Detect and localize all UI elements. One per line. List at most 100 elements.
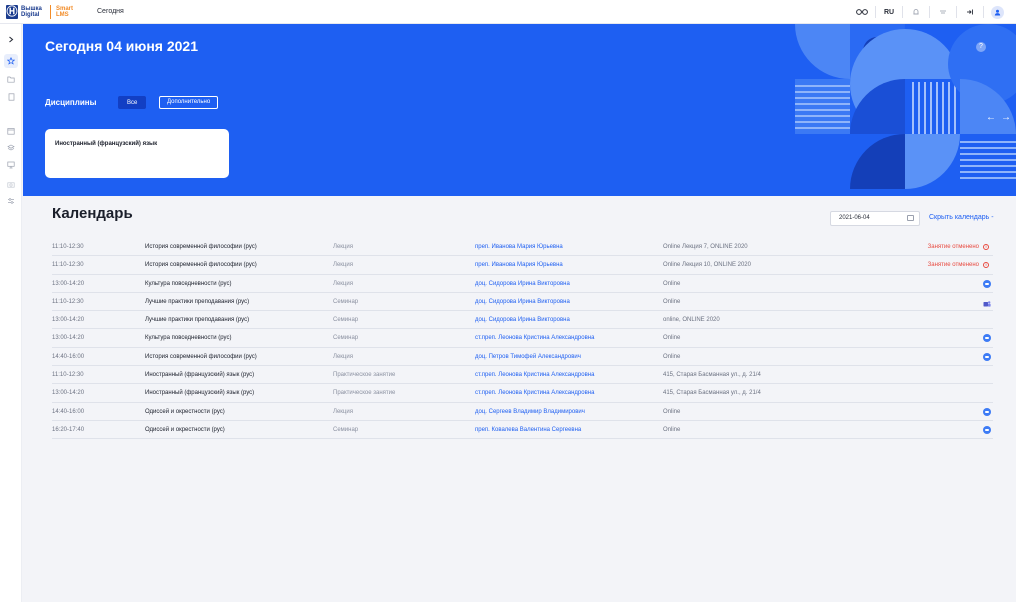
lesson-place: Online Лекция 7, ONLINE 2020 <box>663 244 748 250</box>
logo-divider <box>50 4 51 19</box>
zoom-link-icon[interactable] <box>983 352 991 361</box>
lesson-subject: История современной философии (рус) <box>145 353 257 360</box>
filter-icon[interactable] <box>930 0 956 24</box>
glasses-icon[interactable] <box>849 0 875 24</box>
lesson-teacher-link[interactable]: преп. Иванова Мария Юрьевна <box>475 256 563 274</box>
lesson-place: Online <box>663 426 681 433</box>
user-menu[interactable] <box>984 0 1010 24</box>
language-switch[interactable]: RU <box>876 0 902 24</box>
hide-calendar-link[interactable]: Скрыть календарь - <box>929 214 994 221</box>
schedule-list: 11:10-12:30 История современной философии… <box>52 238 993 440</box>
logo-text-primary: Вышка Digital <box>21 5 42 18</box>
sidebar-item-favorites-star-icon[interactable] <box>4 54 18 68</box>
user-avatar-icon <box>990 5 1004 19</box>
lesson-status: Занятие отменено! <box>928 238 989 256</box>
zoom-link-icon[interactable] <box>983 334 991 343</box>
lesson-teacher-link[interactable]: ст.преп. Леонова Кристина Александровна <box>475 384 594 402</box>
lesson-subject: Лучшие практики преподавания (рус) <box>145 298 250 305</box>
lesson-type: Лекция <box>333 244 353 250</box>
zoom-link-icon[interactable] <box>983 279 991 288</box>
sidebar-item-document-icon[interactable] <box>4 90 18 104</box>
filter-all-chip[interactable]: Все <box>118 96 147 109</box>
lesson-teacher-link[interactable]: доц. Сидорова Ирина Викторовна <box>475 275 570 293</box>
bell-icon[interactable] <box>903 0 929 24</box>
expand-sidebar-chevron-right-icon[interactable] <box>4 32 18 46</box>
lesson-time: 11:10-12:30 <box>52 262 84 269</box>
lesson-place: 415, Старая Басманная ул., д. 21/4 <box>663 390 761 397</box>
zoom-link-icon[interactable] <box>983 425 991 434</box>
warning-icon: ! <box>983 262 989 269</box>
lesson-teacher-link[interactable]: доц. Петров Тимофей Александрович <box>475 348 581 366</box>
today-banner: Сегодня 04 июня 2021 Дисциплины Все Допо… <box>23 24 1016 196</box>
lesson-subject: Одиссей и окрестности (рус) <box>145 426 225 433</box>
logo[interactable]: Ⓗ Вышка Digital Smart LMS <box>6 4 76 19</box>
carousel-arrows: ← → <box>986 112 1011 123</box>
schedule-row[interactable]: 14:40-16:00 Одиссей и окрестности (рус) Ле… <box>52 403 993 421</box>
lesson-teacher-link[interactable]: доц. Сидорова Ирина Викторовна <box>475 293 570 311</box>
lesson-place: Online Лекция 10, ONLINE 2020 <box>663 262 751 269</box>
lesson-type: Лекция <box>333 280 353 287</box>
logout-icon[interactable] <box>957 0 983 24</box>
lesson-teacher-link[interactable]: преп. Ковалева Валентина Сергеевна <box>475 421 581 439</box>
sidebar <box>0 24 22 602</box>
top-right-toolbar: RU <box>849 0 1010 24</box>
sidebar-item-folder-icon[interactable] <box>4 72 18 86</box>
schedule-row[interactable]: 13:00-14:20 Лучшие практики преподавания … <box>52 311 993 330</box>
schedule-row[interactable]: 13:00-14:20 Иностранный (французский) язы… <box>52 384 993 403</box>
schedule-row[interactable]: 14:40-16:00 История современной философии… <box>52 348 993 367</box>
arrow-left-icon[interactable]: ← <box>986 112 996 123</box>
lesson-place: Online <box>663 298 681 305</box>
lesson-subject: Иностранный (французский) язык (рус) <box>145 372 255 379</box>
filter-additional-chip[interactable]: Дополнительно <box>159 96 219 109</box>
cancelled-label: Занятие отменено <box>927 262 979 269</box>
lesson-time: 14:40-16:00 <box>52 353 85 360</box>
lesson-time: 11:10-12:30 <box>52 244 84 250</box>
schedule-row[interactable]: 13:00-14:20 Культура повседневности (рус)… <box>52 275 993 293</box>
arrow-right-icon[interactable]: → <box>1001 112 1011 123</box>
lesson-teacher-link[interactable]: ст.преп. Леонова Кристина Александровна <box>475 366 594 384</box>
top-bar: Ⓗ Вышка Digital Smart LMS Сегодня RU <box>0 0 1016 24</box>
lesson-subject: Одиссей и окрестности (рус) <box>145 408 225 415</box>
warning-icon: ! <box>983 244 989 250</box>
teams-link-icon[interactable] <box>983 298 991 307</box>
sidebar-item-layers-icon[interactable] <box>4 141 18 155</box>
lesson-type: Практическое занятие <box>333 390 396 397</box>
lesson-place: online, ONLINE 2020 <box>663 317 720 324</box>
schedule-row[interactable]: 16:20-17:40 Одиссей и окрестности (рус) Се… <box>52 421 993 440</box>
schedule-row[interactable]: 11:10-12:30 История современной философии… <box>52 256 993 275</box>
sidebar-item-sliders-icon[interactable] <box>4 194 18 208</box>
lesson-subject: Культура повседневности (рус) <box>145 280 232 287</box>
help-icon[interactable]: ? <box>976 42 986 52</box>
discipline-card[interactable]: Иностранный (французский) язык <box>45 129 229 178</box>
lesson-time: 13:00-14:20 <box>52 280 85 287</box>
date-value: 2021-06-04 <box>839 215 870 221</box>
lesson-teacher-link[interactable]: доц. Сидорова Ирина Викторовна <box>475 311 570 329</box>
lesson-place: Online <box>663 408 681 415</box>
nav-today-link[interactable]: Сегодня <box>97 8 124 15</box>
sidebar-item-camera-icon[interactable] <box>4 177 18 191</box>
lesson-time: 11:10-12:30 <box>52 298 84 305</box>
sidebar-item-calendar-icon[interactable] <box>4 124 18 138</box>
lesson-subject: История современной философии (рус) <box>145 244 257 250</box>
lesson-teacher-link[interactable]: преп. Иванова Мария Юрьевна <box>475 238 563 256</box>
sidebar-item-monitor-icon[interactable] <box>4 158 18 172</box>
discipline-card-title: Иностранный (французский) язык <box>55 141 158 147</box>
lesson-time: 14:40-16:00 <box>52 408 85 415</box>
schedule-row[interactable]: 11:10-12:30 Иностранный (французский) язы… <box>52 366 993 385</box>
lesson-teacher-link[interactable]: ст.преп. Леонова Кристина Александровна <box>475 329 594 347</box>
lesson-type: Семинар <box>333 317 359 324</box>
schedule-row[interactable]: 11:10-12:30 История современной философии… <box>52 238 993 257</box>
schedule-row[interactable]: 11:10-12:30 Лучшие практики преподавания … <box>52 293 993 312</box>
lesson-type: Лекция <box>333 408 353 415</box>
lesson-teacher-link[interactable]: доц. Сергеев Владимир Владимирович <box>475 403 585 421</box>
date-picker-input[interactable]: 2021-06-04 <box>830 211 920 226</box>
lesson-subject: Лучшие практики преподавания (рус) <box>145 317 250 324</box>
schedule-row[interactable]: 13:00-14:20 Культура повседневности (рус)… <box>52 329 993 348</box>
cancelled-label: Занятие отменено <box>927 244 979 250</box>
lesson-place: 415, Старая Басманная ул., д. 21/4 <box>663 372 761 379</box>
calendar-title: Календарь <box>52 205 133 222</box>
lesson-place: Online <box>663 335 681 342</box>
lesson-type: Практическое занятие <box>333 372 396 379</box>
zoom-link-icon[interactable] <box>983 407 991 416</box>
calendar-icon[interactable] <box>907 215 914 221</box>
